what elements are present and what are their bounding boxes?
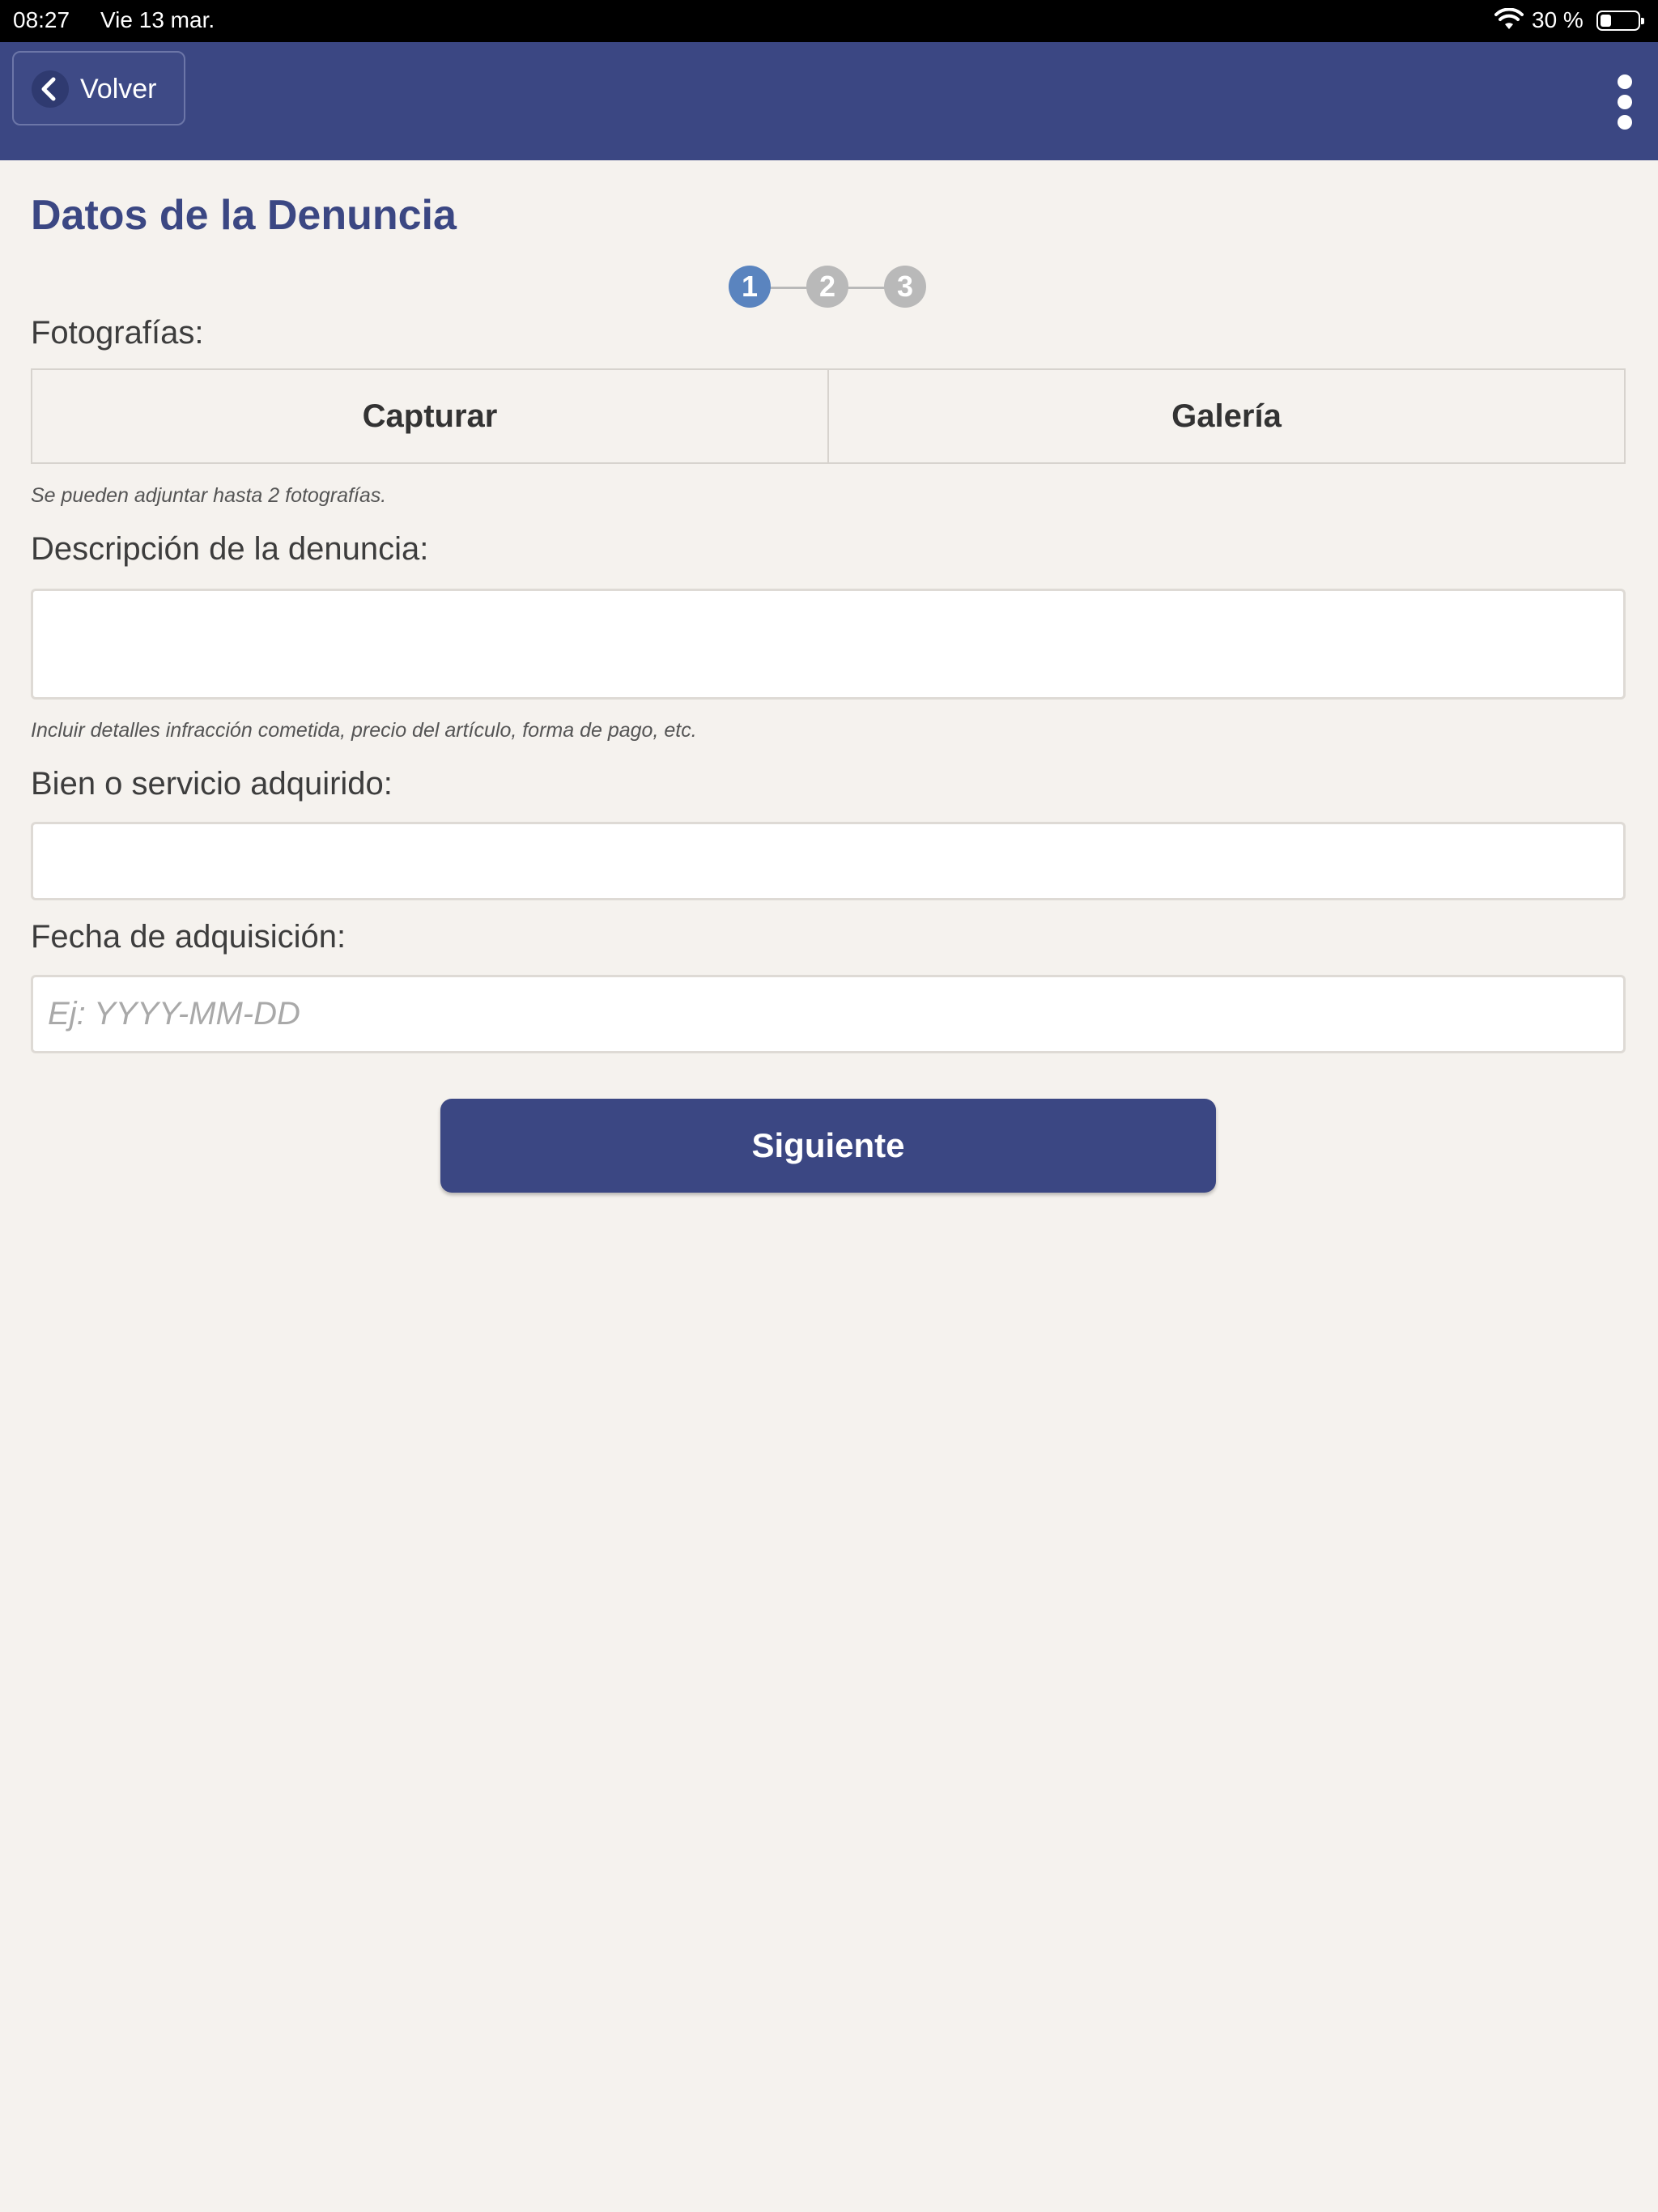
description-input[interactable]: [31, 589, 1626, 700]
chevron-left-icon: [32, 70, 69, 108]
stepper-connector: [847, 287, 886, 289]
back-button-label: Volver: [80, 74, 157, 104]
photos-hint: Se pueden adjuntar hasta 2 fotografías.: [31, 484, 387, 507]
step-1: 1: [729, 266, 771, 308]
battery-nub: [1641, 18, 1644, 24]
app-header: Volver: [0, 42, 1658, 160]
photo-button-group: Capturar Galería: [31, 368, 1626, 464]
photos-label: Fotografías:: [31, 315, 204, 351]
menu-dot: [1618, 115, 1632, 130]
more-vertical-icon[interactable]: [1611, 74, 1640, 131]
menu-dot: [1618, 74, 1632, 89]
battery-percent: 30 %: [1532, 7, 1584, 32]
back-button[interactable]: Volver: [12, 51, 185, 125]
product-label: Bien o servicio adquirido:: [31, 766, 393, 802]
status-bar: 08:27 Vie 13 mar. 30 %: [0, 0, 1658, 42]
progress-stepper: 1 2 3: [729, 266, 926, 311]
page-title: Datos de la Denuncia: [31, 192, 457, 239]
stepper-connector: [769, 287, 808, 289]
battery-icon: [1596, 11, 1644, 31]
menu-dot: [1618, 95, 1632, 109]
date-input[interactable]: [31, 975, 1626, 1053]
capture-button[interactable]: Capturar: [32, 370, 827, 462]
date-label: Fecha de adquisición:: [31, 919, 346, 955]
battery-level: [1601, 15, 1611, 27]
description-label: Descripción de la denuncia:: [31, 531, 429, 567]
next-button[interactable]: Siguiente: [440, 1099, 1216, 1193]
step-3: 3: [884, 266, 926, 308]
status-date: Vie 13 mar.: [100, 7, 215, 32]
status-time: 08:27: [13, 7, 70, 32]
gallery-button[interactable]: Galería: [827, 370, 1624, 462]
wifi-icon: [1494, 8, 1524, 29]
step-2: 2: [806, 266, 848, 308]
description-hint: Incluir detalles infracción cometida, pr…: [31, 719, 697, 742]
product-input[interactable]: [31, 822, 1626, 900]
